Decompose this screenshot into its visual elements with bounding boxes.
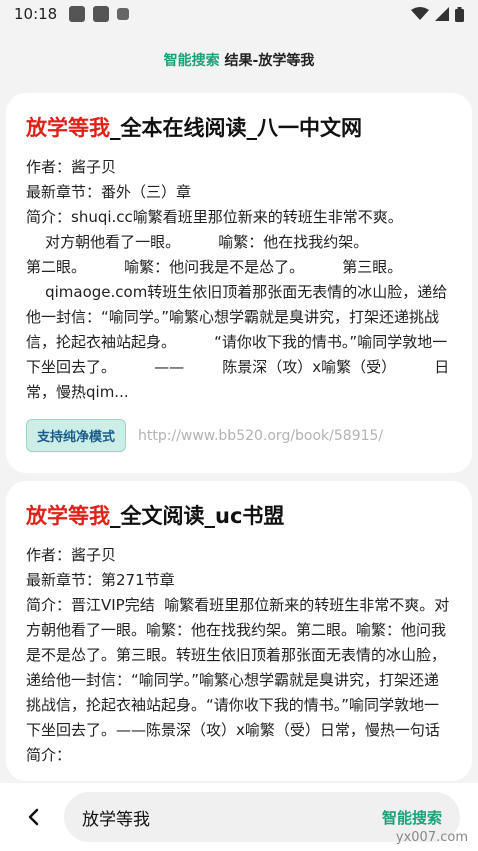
pure-mode-button[interactable]: 支持纯净模式: [26, 419, 127, 452]
signal-icon: [435, 7, 449, 21]
author: 作者：酱子贝: [26, 158, 117, 176]
app-notification-icon: [117, 8, 130, 20]
status-bar: 10:18: [0, 0, 478, 28]
intro: 简介：shuqi.cc喻繁看班里那位新来的转班生非常不爽。 对方朝他看了一眼。 …: [26, 208, 450, 401]
result-title: 结果-放学等我: [224, 53, 315, 69]
result-card[interactable]: 放学等我_全本在线阅读_八一中文网 作者：酱子贝 最新章节：番外（三）章 简介：…: [6, 93, 472, 473]
card-footer: 支持纯净模式 http://www.bb520.org/book/58915/: [26, 419, 452, 452]
status-time: 10:18: [14, 5, 58, 23]
author: 作者：酱子贝: [26, 546, 117, 564]
status-indicators: [411, 6, 464, 22]
source-url[interactable]: http://www.bb520.org/book/58915/: [138, 428, 383, 444]
back-button[interactable]: [16, 800, 50, 834]
page-title: 智能搜索 结果-放学等我: [0, 50, 478, 70]
watermark: yx007.com: [395, 830, 468, 845]
result-card-title[interactable]: 放学等我_全本在线阅读_八一中文网: [26, 113, 452, 143]
battery-icon: [455, 6, 464, 22]
smart-search-button[interactable]: 智能搜索: [382, 807, 442, 828]
latest-chapter: 最新章节：番外（三）章: [26, 183, 192, 201]
chevron-left-icon: [28, 808, 39, 826]
result-card[interactable]: 放学等我_全文阅读_uc书盟 作者：酱子贝 最新章节：第271节章 简介：晋江V…: [6, 481, 472, 781]
wifi-icon: [411, 7, 429, 20]
latest-chapter: 最新章节：第271节章: [26, 571, 175, 589]
search-query[interactable]: 放学等我: [82, 805, 382, 830]
notification-icon: [93, 6, 110, 22]
intro: 简介：晋江VIP完结 喻繁看班里那位新来的转班生非常不爽。对方朝他看了一眼。喻繁…: [26, 596, 450, 764]
notification-icon: [69, 6, 86, 22]
result-card-title[interactable]: 放学等我_全文阅读_uc书盟: [26, 501, 452, 531]
smart-search-label: 智能搜索: [163, 53, 220, 69]
